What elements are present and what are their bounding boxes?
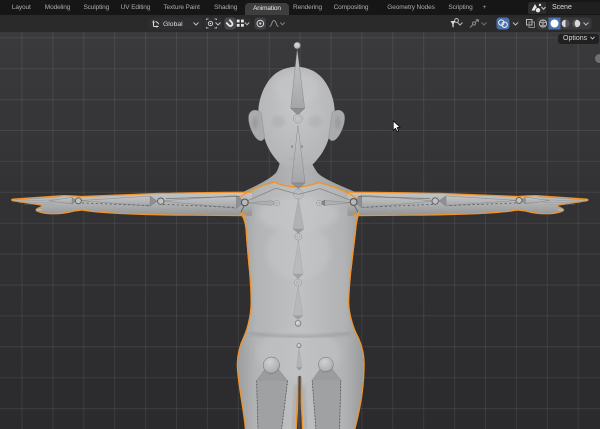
svg-text:Global: Global xyxy=(163,21,183,28)
